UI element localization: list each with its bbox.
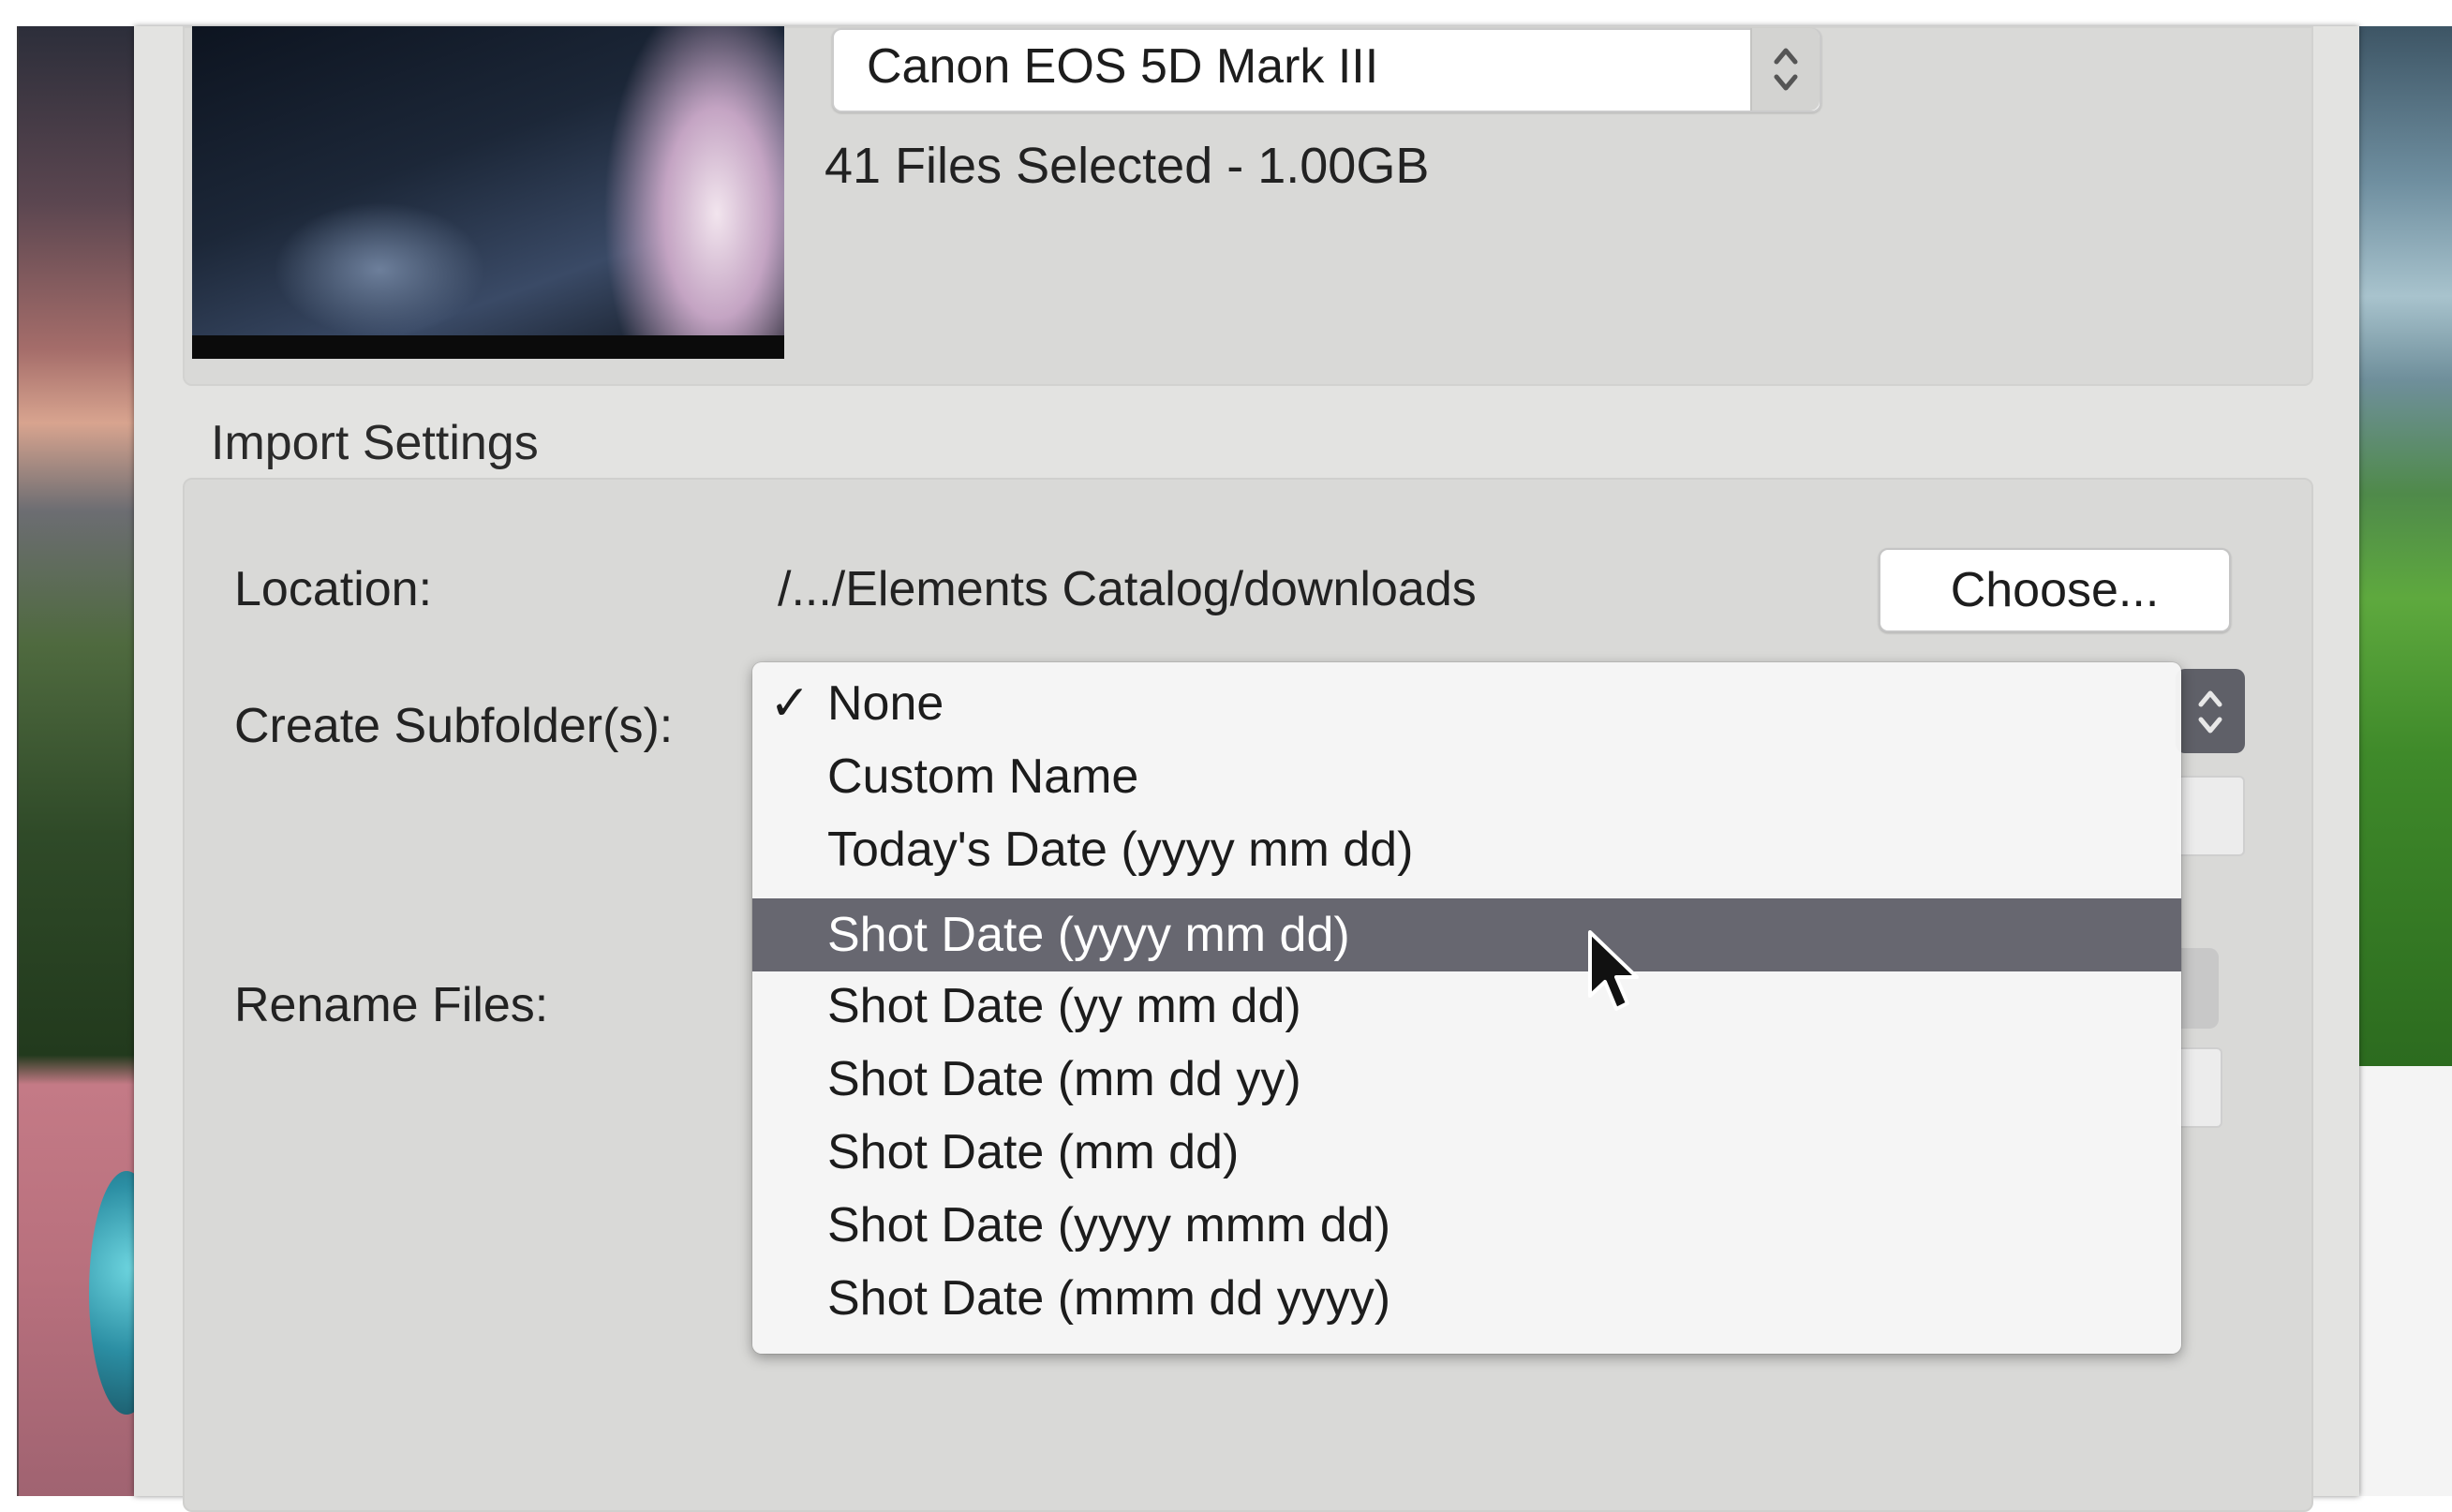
chevron-up-down-icon: [1774, 48, 1798, 91]
menu-item-label: Shot Date (yyyy mm dd): [827, 908, 1350, 962]
import-settings-title: Import Settings: [211, 416, 539, 470]
menu-item-label: Shot Date (yyyy mmm dd): [827, 1198, 1391, 1253]
menu-item-shot-date-yy-mm-dd[interactable]: Shot Date (yy mm dd): [752, 970, 2181, 1043]
menu-item-shot-date-yyyy-mmm-dd[interactable]: Shot Date (yyyy mmm dd): [752, 1189, 2181, 1262]
menu-item-shot-date-yyyy-mm-dd[interactable]: Shot Date (yyyy mm dd): [752, 898, 2181, 971]
photo-thumbnail-border: [192, 335, 784, 359]
subfolder-name-field[interactable]: [2176, 776, 2245, 856]
choose-button[interactable]: Choose...: [1879, 548, 2231, 632]
location-label: Location:: [234, 562, 433, 616]
subfolder-select-stepper[interactable]: [2176, 669, 2245, 753]
menu-item-label: Shot Date (yy mm dd): [827, 979, 1301, 1033]
window-edge: [17, 26, 19, 1496]
camera-select-value: Canon EOS 5D Mark III: [867, 39, 1379, 94]
menu-item-shot-date-mm-dd-yy[interactable]: Shot Date (mm dd yy): [752, 1043, 2181, 1116]
files-selected-info: 41 Files Selected - 1.00GB: [825, 138, 1430, 194]
menu-item-label: Shot Date (mm dd yy): [827, 1052, 1301, 1106]
checkmark-icon: ✓: [769, 675, 810, 732]
menu-item-none[interactable]: ✓ None: [752, 667, 2181, 740]
mouse-pointer-icon: [1588, 930, 1639, 1011]
desktop-wallpaper-right: [2359, 26, 2452, 1066]
menu-item-label: Today's Date (yyyy mm dd): [827, 823, 1414, 877]
menu-item-label: Custom Name: [827, 749, 1139, 804]
photo-thumbnail: [192, 26, 784, 359]
menu-item-custom-name[interactable]: Custom Name: [752, 740, 2181, 813]
location-path: /.../Elements Catalog/downloads: [778, 562, 1477, 616]
menu-item-label: Shot Date (mmm dd yyyy): [827, 1271, 1391, 1326]
top-margin: [0, 0, 2452, 26]
menu-item-label: Shot Date (mm dd): [827, 1125, 1240, 1179]
rename-name-field[interactable]: [2176, 1047, 2222, 1128]
chevron-up-down-icon: [2198, 690, 2222, 734]
create-subfolder-label: Create Subfolder(s):: [234, 699, 674, 753]
subfolder-dropdown-menu: ✓ None Custom Name Today's Date (yyyy mm…: [752, 662, 2181, 1354]
camera-select-stepper[interactable]: [1750, 28, 1820, 111]
background-window-right: [2359, 1066, 2452, 1496]
menu-item-shot-date-mmm-dd-yyyy[interactable]: Shot Date (mmm dd yyyy): [752, 1262, 2181, 1335]
menu-item-shot-date-mm-dd[interactable]: Shot Date (mm dd): [752, 1116, 2181, 1189]
menu-item-label: None: [827, 676, 944, 731]
rename-files-label: Rename Files:: [234, 978, 549, 1032]
menu-item-todays-date[interactable]: Today's Date (yyyy mm dd): [752, 813, 2181, 886]
